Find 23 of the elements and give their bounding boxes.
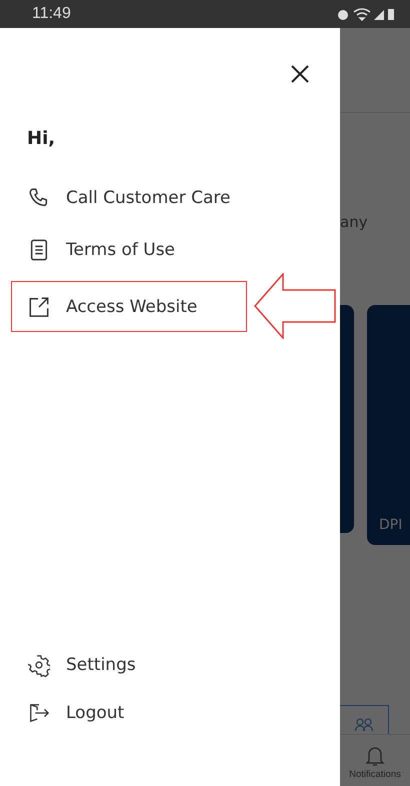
- status-time: 11:49: [32, 5, 71, 23]
- menu-item-label: Access Website: [66, 296, 198, 316]
- logout-icon: [28, 701, 50, 725]
- background-text: any: [340, 213, 369, 231]
- menu-item[interactable]: Access Website: [11, 281, 247, 332]
- settings-icon: [28, 653, 50, 677]
- menu-item-label: Terms of Use: [66, 240, 176, 260]
- menu-item-label: Call Customer Care: [66, 188, 230, 208]
- card-text: DPI: [378, 517, 402, 533]
- menu-item[interactable]: Logout: [11, 692, 247, 734]
- menu-item-label: Logout: [66, 703, 124, 723]
- people-icon: [355, 718, 373, 734]
- group-tab[interactable]: [340, 705, 389, 734]
- menu-item[interactable]: Terms of Use: [11, 229, 247, 271]
- menu-item[interactable]: Call Customer Care: [11, 177, 247, 219]
- external-link-icon: [28, 294, 50, 318]
- menu-item-label: Settings: [66, 655, 136, 675]
- tab-label: Notifications: [349, 769, 401, 780]
- status-icons-drawing: [336, 7, 396, 21]
- bell-icon[interactable]: [365, 745, 385, 767]
- menu-item[interactable]: Settings: [11, 644, 247, 686]
- greeting: Hi,: [27, 128, 56, 149]
- document-icon: [28, 238, 50, 262]
